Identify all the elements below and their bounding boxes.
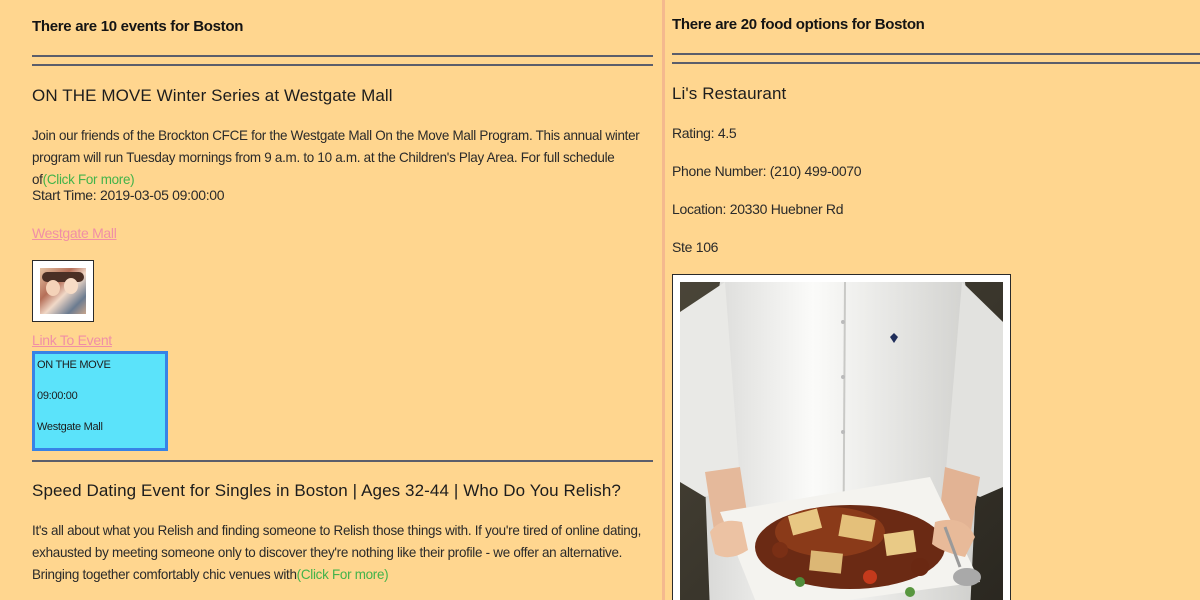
restaurant-name: Li's Restaurant [672,84,787,103]
restaurant-image[interactable] [672,274,1011,600]
food-divider-top [672,53,1200,55]
food-column: There are 20 food options for Boston Li'… [0,0,1200,600]
food-divider-bottom [672,62,1200,64]
restaurant-location: Location: 20330 Huebner Rd [672,201,844,217]
chef-with-dish-illustration [680,282,1003,600]
food-count-heading: There are 20 food options for Boston [672,16,925,33]
restaurant-phone: Phone Number: (210) 499-0070 [672,163,862,179]
restaurant-rating: Rating: 4.5 [672,125,737,141]
restaurant-address-line2: Ste 106 [672,239,719,255]
food-photo [680,282,1003,600]
